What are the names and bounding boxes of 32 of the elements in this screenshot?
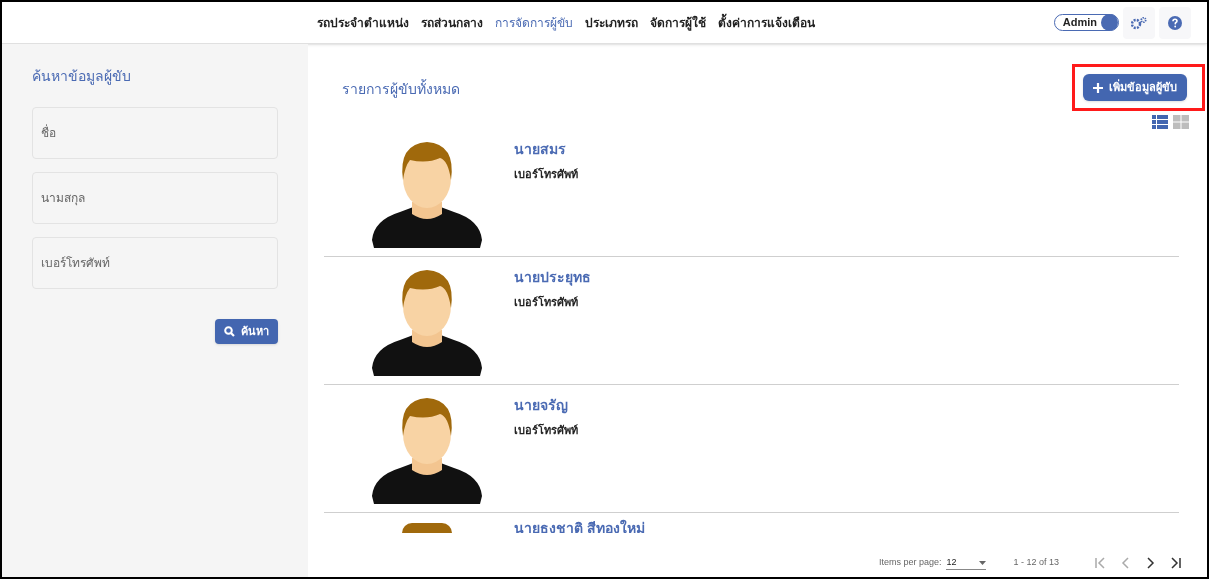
phone-label: เบอร์โทรศัพท์ bbox=[514, 422, 578, 438]
page-range-text: 1 - 12 of 13 bbox=[1013, 556, 1059, 570]
nav-link[interactable]: ตั้งค่าการแจ้งเตือน bbox=[717, 13, 815, 32]
nav-link[interactable]: รถส่วนกลาง bbox=[420, 13, 483, 32]
items-per-page-label: Items per page: bbox=[878, 556, 942, 570]
driver-name-link[interactable]: นายสมร bbox=[514, 142, 578, 156]
search-input-field[interactable]: นามสกุล bbox=[32, 172, 278, 224]
items-per-page-select[interactable]: 12 bbox=[946, 555, 987, 571]
nav-link[interactable]: จัดการผู้ใช้ bbox=[649, 13, 706, 32]
driver-name-link[interactable]: นายจรัญ bbox=[514, 398, 578, 412]
list-view-button[interactable] bbox=[1152, 115, 1168, 129]
plus-icon bbox=[1093, 82, 1103, 93]
dropdown-caret-icon bbox=[979, 560, 987, 565]
driver-name-link[interactable]: นายธงชาติ สีทองใหม่ bbox=[514, 521, 645, 533]
help-icon bbox=[1168, 15, 1182, 30]
page-title: รายการผู้ขับทั้งหมด bbox=[342, 79, 460, 100]
sidebar-title: ค้นหาข้อมูลผู้ขับ bbox=[32, 67, 132, 87]
nav-link[interactable]: ประเภทรถ bbox=[584, 13, 638, 32]
help-button[interactable] bbox=[1159, 6, 1191, 39]
search-button[interactable]: ค้นหา bbox=[215, 319, 278, 344]
add-driver-button[interactable]: เพิ่มข้อมูลผู้ขับ bbox=[1083, 74, 1187, 101]
nav-link[interactable]: รถประจำตำแหน่ง bbox=[316, 13, 409, 32]
search-input-field[interactable]: ชื่อ bbox=[32, 107, 278, 159]
search-icon bbox=[224, 326, 235, 337]
phone-label: เบอร์โทรศัพท์ bbox=[514, 166, 578, 182]
settings-button[interactable] bbox=[1123, 6, 1155, 39]
first-page-icon bbox=[1093, 556, 1107, 570]
phone-label: เบอร์โทรศัพท์ bbox=[514, 294, 579, 310]
last-page-icon bbox=[1168, 556, 1182, 570]
nav-link[interactable]: การจัดการผู้ขับ bbox=[494, 13, 573, 32]
search-input-field[interactable]: เบอร์โทรศัพท์ bbox=[32, 237, 278, 289]
driver-name-link[interactable]: นายประยุทธ bbox=[514, 270, 591, 284]
